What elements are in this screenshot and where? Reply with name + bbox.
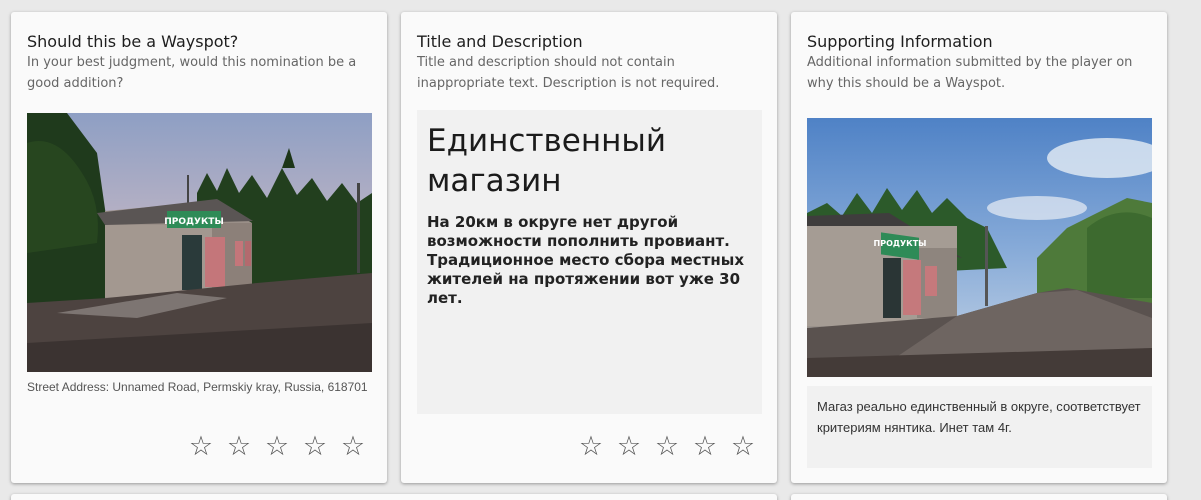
next-card-right <box>791 494 1167 500</box>
rating-stars: ☆ ☆ ☆ ☆ ☆ <box>186 432 368 460</box>
star-outline-icon[interactable]: ☆ <box>652 432 682 460</box>
card-title: Supporting Information <box>807 32 993 51</box>
supporting-photo[interactable]: ПРОДУКТЫ <box>807 118 1152 377</box>
nomination-photo[interactable]: ПРОДУКТЫ <box>27 113 372 372</box>
card-subtitle: Title and description should not contain… <box>417 55 720 91</box>
title-description-card: Title and Description Title and descript… <box>401 12 777 483</box>
rating-stars: ☆ ☆ ☆ ☆ ☆ <box>576 432 758 460</box>
nomination-title: Единственный магазин <box>427 123 667 199</box>
card-title: Should this be a Wayspot? <box>27 32 239 51</box>
star-outline-icon[interactable]: ☆ <box>690 432 720 460</box>
next-card-left <box>11 494 777 500</box>
shop-sign: ПРОДУКТЫ <box>164 217 224 227</box>
nomination-description: На 20км в округе нет другой возможности … <box>427 213 744 307</box>
wayspot-card: Should this be a Wayspot? In your best j… <box>11 12 387 483</box>
nomination-text-box: Единственный магазин На 20км в округе не… <box>417 110 762 414</box>
shop-sign: ПРОДУКТЫ <box>874 239 927 248</box>
star-outline-icon[interactable]: ☆ <box>262 432 292 460</box>
card-subtitle: Additional information submitted by the … <box>807 55 1133 91</box>
card-title: Title and Description <box>417 32 583 51</box>
star-outline-icon[interactable]: ☆ <box>728 432 758 460</box>
star-outline-icon[interactable]: ☆ <box>338 432 368 460</box>
star-outline-icon[interactable]: ☆ <box>300 432 330 460</box>
supporting-text: Магаз реально единственный в округе, соо… <box>807 386 1152 468</box>
street-address: Street Address: Unnamed Road, Permskiy k… <box>27 380 368 394</box>
star-outline-icon[interactable]: ☆ <box>186 432 216 460</box>
supporting-info-card: Supporting Information Additional inform… <box>791 12 1167 483</box>
star-outline-icon[interactable]: ☆ <box>576 432 606 460</box>
star-outline-icon[interactable]: ☆ <box>614 432 644 460</box>
star-outline-icon[interactable]: ☆ <box>224 432 254 460</box>
card-subtitle: In your best judgment, would this nomina… <box>27 55 357 91</box>
